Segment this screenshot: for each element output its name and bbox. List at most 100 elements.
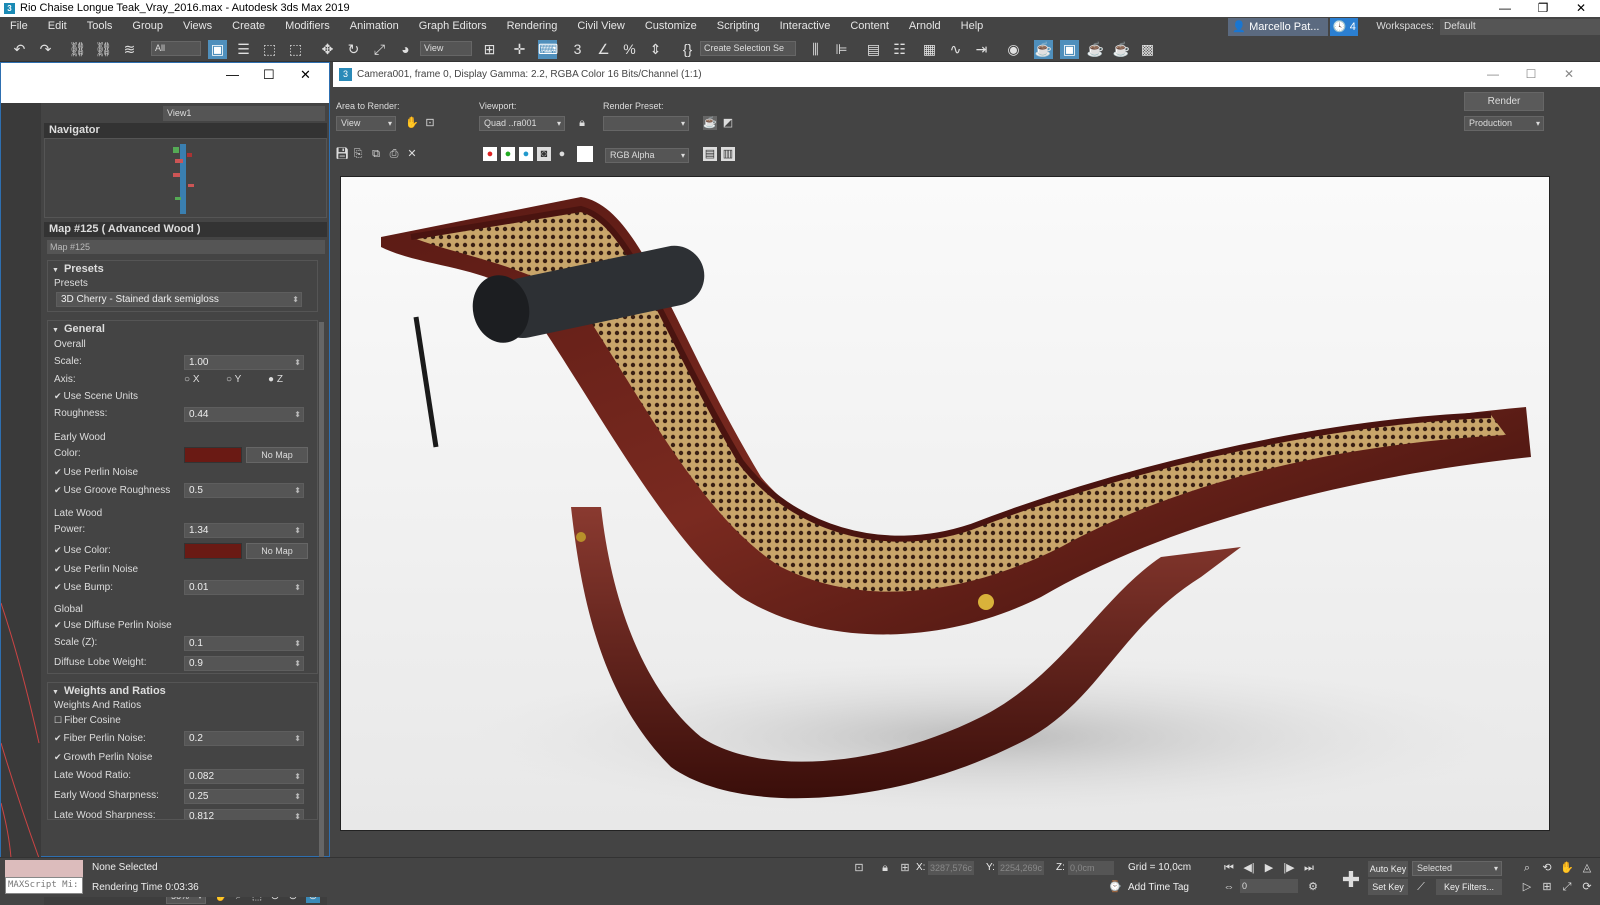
default-in-out-tangent-icon[interactable]: ⟋ xyxy=(1414,880,1428,894)
key-filters-button[interactable]: Key Filters... xyxy=(1436,879,1502,895)
menu-scripting[interactable]: Scripting xyxy=(707,17,770,36)
early-wood-map-button[interactable]: No Map xyxy=(246,447,308,463)
rendered-frame-window-icon[interactable]: ▣ xyxy=(1060,40,1079,59)
menu-graph-editors[interactable]: Graph Editors xyxy=(409,17,497,36)
menu-interactive[interactable]: Interactive xyxy=(770,17,841,36)
selection-filter-dropdown[interactable]: All xyxy=(151,41,201,56)
place-icon[interactable]: ◕ xyxy=(396,40,415,59)
pan-view-icon[interactable]: ✋ xyxy=(1560,861,1574,875)
menu-file[interactable]: File xyxy=(0,17,38,36)
late-ratio-spinner[interactable]: 0.082 xyxy=(184,769,304,784)
blue-channel-icon[interactable]: ● xyxy=(519,147,533,161)
walk-through-icon[interactable]: ▷ xyxy=(1520,880,1534,894)
keyboard-shortcut-override-icon[interactable]: ⌨ xyxy=(538,40,558,59)
diffuse-lobe-spinner[interactable]: 0.9 xyxy=(184,656,304,671)
align-icon[interactable]: ⊫ xyxy=(832,40,851,59)
viewport-dropdown[interactable]: Quad ..ra001 xyxy=(479,116,565,131)
play-icon[interactable]: ▶ xyxy=(1262,861,1276,875)
close-button[interactable]: ✕ xyxy=(1562,0,1600,17)
node-view-strip[interactable] xyxy=(0,103,41,859)
render-preset-dropdown[interactable] xyxy=(603,116,689,131)
use-perlin-noise-checkbox[interactable]: ✔ Use Perlin Noise xyxy=(54,465,138,480)
redo-icon[interactable]: ↷ xyxy=(36,40,55,59)
panel-scrollbar[interactable] xyxy=(319,322,324,882)
navigator-view[interactable] xyxy=(44,138,327,218)
clear-image-icon[interactable]: ✕ xyxy=(405,147,419,161)
menu-group[interactable]: Group xyxy=(122,17,173,36)
select-by-name-icon[interactable]: ☰ xyxy=(234,40,253,59)
auto-key-button[interactable]: Auto Key xyxy=(1368,861,1408,877)
zoom-icon[interactable]: ⌕ xyxy=(1520,861,1534,875)
groove-roughness-spinner[interactable]: 0.5 xyxy=(184,483,304,498)
menu-animation[interactable]: Animation xyxy=(340,17,409,36)
current-frame-field[interactable]: 0 xyxy=(1240,879,1298,893)
menu-arnold[interactable]: Arnold xyxy=(899,17,951,36)
early-wood-color-swatch[interactable] xyxy=(184,447,242,463)
use-perlin-noise-late-checkbox[interactable]: ✔ Use Perlin Noise xyxy=(54,562,138,577)
notifications-badge[interactable]: 🕓 4 xyxy=(1330,17,1359,36)
rotate-icon[interactable]: ↻ xyxy=(344,40,363,59)
production-dropdown[interactable]: Production xyxy=(1464,116,1544,131)
add-time-tag[interactable]: Add Time Tag xyxy=(1128,882,1189,893)
menu-edit[interactable]: Edit xyxy=(38,17,77,36)
late-wood-color-swatch[interactable] xyxy=(184,543,242,559)
rectangular-selection-icon[interactable]: ⬚ xyxy=(260,40,279,59)
maxscript-mini-listener[interactable]: MAXScript Mi: xyxy=(5,877,83,894)
late-wood-map-button[interactable]: No Map xyxy=(246,543,308,559)
print-image-icon[interactable]: ⎙ xyxy=(387,147,401,161)
key-selection-dropdown[interactable]: Selected xyxy=(1412,861,1502,876)
area-to-render-dropdown[interactable]: View xyxy=(336,116,396,131)
fiber-perlin-spinner[interactable]: 0.2 xyxy=(184,731,304,746)
isolate-selection-icon[interactable]: ⊡ xyxy=(852,861,866,875)
next-frame-icon[interactable]: |▶ xyxy=(1282,861,1296,875)
percent-snap-icon[interactable]: % xyxy=(620,40,639,59)
environment-effects-icon[interactable]: ◩ xyxy=(721,116,735,130)
layer-explorer-icon[interactable]: ☷ xyxy=(890,40,909,59)
reference-coordinate-dropdown[interactable]: View xyxy=(420,41,472,56)
go-to-end-icon[interactable]: ⏭ xyxy=(1302,861,1316,875)
scale-icon[interactable]: ⤢ xyxy=(370,40,389,59)
field-of-view-icon[interactable]: ◬ xyxy=(1580,861,1594,875)
window-crossing-icon[interactable]: ⬚ xyxy=(286,40,305,59)
general-header[interactable]: ▼ General xyxy=(48,321,317,338)
time-config-icon[interactable]: ⚙ xyxy=(1306,880,1320,894)
bump-spinner[interactable]: 0.01 xyxy=(184,580,304,595)
toggle-overlays-icon[interactable]: ▥ xyxy=(721,147,735,161)
save-image-icon[interactable]: 💾︎ xyxy=(335,147,349,161)
go-to-start-icon[interactable]: ⏮ xyxy=(1222,861,1236,875)
restore-button[interactable]: ❐ xyxy=(1524,0,1562,17)
angle-snap-icon[interactable]: ∠ xyxy=(594,40,613,59)
view-select-dropdown[interactable]: View1 xyxy=(163,106,325,121)
menu-civil-view[interactable]: Civil View xyxy=(567,17,634,36)
power-spinner[interactable]: 1.34 xyxy=(184,523,304,538)
mirror-icon[interactable]: ⫼ xyxy=(806,40,825,59)
menu-help[interactable]: Help xyxy=(951,17,994,36)
snaps-toggle-icon[interactable]: 3 xyxy=(568,40,587,59)
y-coordinate-field[interactable]: 2254,269c xyxy=(998,861,1044,875)
undo-icon[interactable]: ↶ xyxy=(10,40,29,59)
render-button[interactable]: Render xyxy=(1464,92,1544,111)
curve-editor-icon[interactable]: ∿ xyxy=(946,40,965,59)
menu-content[interactable]: Content xyxy=(840,17,899,36)
render-iterative-icon[interactable]: ☕ xyxy=(1112,40,1131,59)
weights-header[interactable]: ▼ Weights and Ratios xyxy=(48,683,317,700)
x-coordinate-field[interactable]: 3287,576c xyxy=(928,861,974,875)
monochrome-icon[interactable]: ● xyxy=(555,147,569,161)
orbit-icon[interactable]: ⟲ xyxy=(1540,861,1554,875)
z-coordinate-field[interactable]: 0,0cm xyxy=(1068,861,1114,875)
panel-close-button[interactable]: ✕ xyxy=(300,67,311,83)
render-setup-small-icon[interactable]: ☕ xyxy=(703,116,717,130)
set-key-button[interactable]: Set Key xyxy=(1368,879,1408,895)
menu-modifiers[interactable]: Modifiers xyxy=(275,17,340,36)
set-key-plus-icon[interactable]: ✚ xyxy=(1338,867,1364,893)
use-bump-checkbox[interactable]: ✔ Use Bump: xyxy=(54,580,113,595)
render-maximize-button[interactable]: ☐ xyxy=(1512,62,1550,87)
zoom-all-icon[interactable]: ⊞ xyxy=(1540,880,1554,894)
late-sharpness-spinner[interactable]: 0.812 xyxy=(184,809,304,819)
unlink-icon[interactable]: ⛓ xyxy=(94,40,113,59)
menu-create[interactable]: Create xyxy=(222,17,275,36)
render-production-icon[interactable]: ☕ xyxy=(1086,40,1105,59)
early-sharpness-spinner[interactable]: 0.25 xyxy=(184,789,304,804)
maximize-viewport-icon[interactable]: ⤢ xyxy=(1560,880,1574,894)
red-channel-icon[interactable]: ● xyxy=(483,147,497,161)
